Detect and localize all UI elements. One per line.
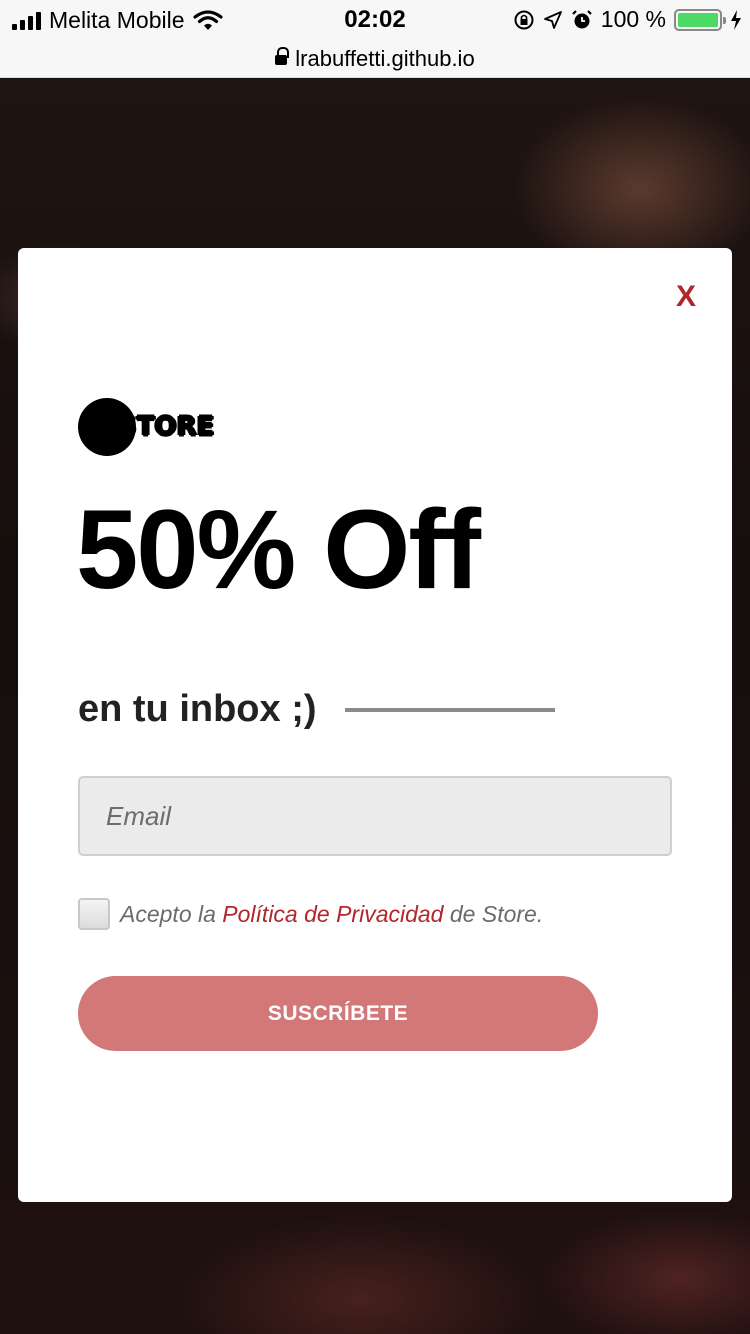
page-url: lrabuffetti.github.io xyxy=(295,45,475,71)
alarm-icon xyxy=(572,9,592,28)
subline: en tu inbox ;) xyxy=(78,688,555,731)
battery-percent: 100 % xyxy=(600,6,666,32)
status-bar-right: 100 % xyxy=(513,6,742,33)
address-bar[interactable]: lrabuffetti.github.io xyxy=(0,40,750,78)
lock-icon xyxy=(275,47,290,68)
charging-icon xyxy=(731,9,741,30)
email-field[interactable] xyxy=(78,776,672,856)
privacy-consent: Acepto la Política de Privacidad de Stor… xyxy=(78,898,543,930)
location-icon xyxy=(543,10,562,29)
subscribe-button[interactable]: SUSCRÍBETE xyxy=(78,976,598,1051)
consent-suffix: de Store. xyxy=(443,900,544,927)
logo-text: STORE xyxy=(118,412,215,442)
status-bar: Melita Mobile 02:02 100 % xyxy=(0,0,750,40)
consent-text: Acepto la Política de Privacidad de Stor… xyxy=(120,901,543,928)
store-logo: STORE xyxy=(78,398,238,458)
privacy-checkbox[interactable] xyxy=(78,898,110,930)
headline: 50% Off xyxy=(76,487,481,612)
privacy-policy-link[interactable]: Política de Privacidad xyxy=(222,901,443,927)
close-button[interactable]: X xyxy=(676,280,696,314)
battery-icon xyxy=(674,8,726,31)
divider xyxy=(344,707,555,712)
orientation-lock-icon xyxy=(514,10,534,29)
subscribe-modal: X STORE 50% Off en tu inbox ;) Acepto la… xyxy=(18,248,732,1202)
subline-text: en tu inbox ;) xyxy=(78,688,317,730)
consent-prefix: Acepto la xyxy=(120,900,223,927)
